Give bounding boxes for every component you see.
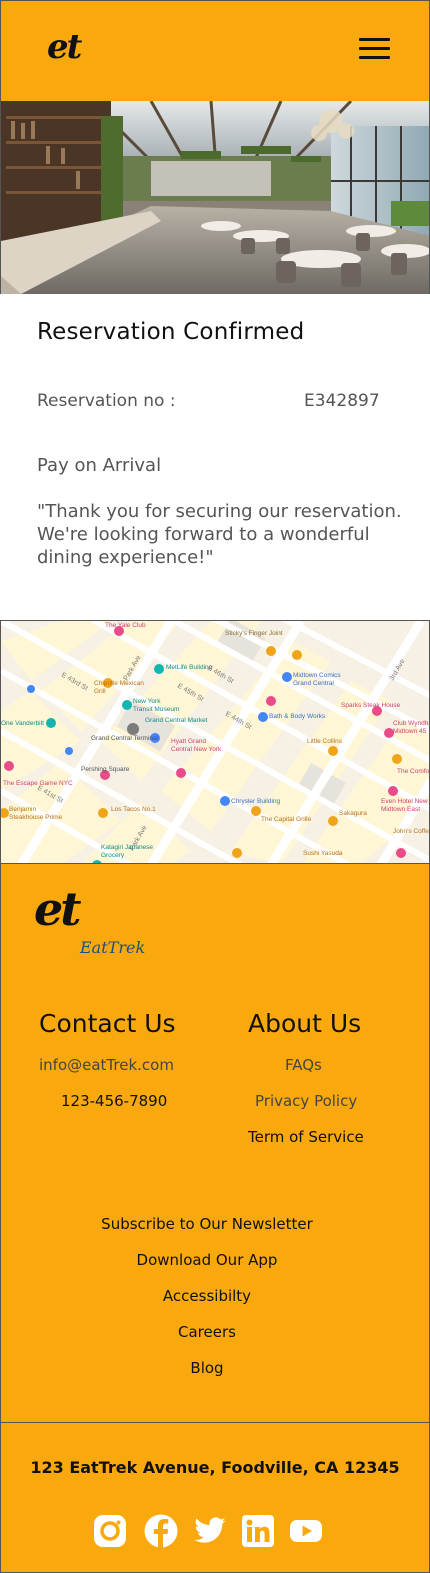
restaurant-hero-image (0, 101, 430, 294)
svg-text:Sparks Steak House: Sparks Steak House (341, 702, 401, 709)
svg-text:Little Collins: Little Collins (307, 738, 343, 745)
svg-text:One Vanderbilt: One Vanderbilt (1, 720, 44, 727)
about-us-heading: About Us (248, 1009, 362, 1038)
svg-text:The Comfort D: The Comfort D (397, 768, 430, 775)
svg-text:Sakagura: Sakagura (339, 810, 367, 817)
confirmation-title: Reservation Confirmed (37, 319, 305, 345)
svg-text:Benjamin: Benjamin (9, 806, 36, 813)
svg-text:Transit Museum: Transit Museum (133, 706, 179, 713)
svg-text:Pershing Square: Pershing Square (81, 766, 130, 773)
svg-text:Grand Central Market: Grand Central Market (145, 717, 208, 724)
thank-you-message: "Thank you for securing our reservation.… (37, 501, 402, 568)
header-logo[interactable]: et (47, 27, 82, 67)
svg-text:The Escape Game NYC: The Escape Game NYC (3, 780, 73, 787)
svg-text:Chipotle Mexican: Chipotle Mexican (94, 680, 144, 687)
top-header: et (0, 0, 430, 101)
contact-us-heading: Contact Us (39, 1009, 176, 1038)
svg-text:MetLife Building: MetLife Building (166, 664, 213, 671)
reservation-number-value: E342897 (304, 391, 380, 411)
svg-text:Midtown 45: Midtown 45 (393, 728, 427, 735)
svg-text:Los Tacos No.1: Los Tacos No.1 (111, 806, 156, 813)
svg-text:Club Wyndham: Club Wyndham (393, 720, 430, 727)
footer-bottom-bar: 123 EatTrek Avenue, Foodville, CA 12345 (0, 1422, 430, 1573)
svg-text:Steakhouse Prime: Steakhouse Prime (9, 814, 62, 821)
linkedin-icon[interactable] (241, 1514, 275, 1548)
svg-text:Hyatt Grand: Hyatt Grand (171, 738, 206, 745)
faqs-link[interactable]: FAQs (285, 1056, 322, 1074)
facebook-icon[interactable] (144, 1514, 178, 1548)
twitter-icon[interactable] (193, 1514, 227, 1548)
svg-text:Central New York: Central New York (171, 746, 222, 753)
svg-text:Chrysler Building: Chrysler Building (231, 798, 281, 805)
hamburger-menu-icon[interactable] (359, 38, 390, 60)
location-map[interactable]: E 43rd St E 41st St E 46th St E 45th St … (0, 620, 430, 864)
terms-of-service-link[interactable]: Term of Service (248, 1128, 364, 1146)
svg-text:Even Hotel New: Even Hotel New (381, 798, 428, 805)
svg-text:Bath & Body Works: Bath & Body Works (269, 713, 326, 720)
privacy-policy-link[interactable]: Privacy Policy (255, 1092, 357, 1110)
svg-text:The Capital Grille: The Capital Grille (261, 816, 312, 823)
svg-text:The Yale Club: The Yale Club (105, 622, 146, 629)
svg-text:New York: New York (133, 698, 161, 705)
instagram-icon[interactable] (93, 1514, 127, 1548)
reservation-number-label: Reservation no : (37, 391, 176, 411)
svg-text:Grill: Grill (94, 688, 106, 695)
accessibility-link[interactable]: Accessibilty (1, 1287, 413, 1305)
svg-text:Midtown Comics: Midtown Comics (293, 672, 341, 679)
svg-text:Grocery: Grocery (101, 852, 125, 859)
svg-text:Sushi Yasuda: Sushi Yasuda (303, 850, 343, 857)
contact-email-link[interactable]: info@eatTrek.com (39, 1056, 174, 1074)
footer-brand-name: EatTrek (80, 938, 146, 957)
contact-phone-link[interactable]: 123-456-7890 (61, 1092, 167, 1110)
newsletter-link[interactable]: Subscribe to Our Newsletter (1, 1215, 413, 1233)
svg-text:Grand Central: Grand Central (293, 680, 334, 687)
reservation-confirmation: Reservation Confirmed Reservation no : E… (0, 294, 430, 620)
svg-text:Katagiri Japanese: Katagiri Japanese (101, 844, 153, 851)
site-footer: et EatTrek Contact Us info@eatTrek.com 1… (0, 864, 430, 1422)
svg-text:Sticky's Finger Joint: Sticky's Finger Joint (225, 630, 283, 637)
payment-method: Pay on Arrival (37, 455, 162, 476)
svg-text:Midtown East: Midtown East (381, 806, 420, 813)
download-app-link[interactable]: Download Our App (1, 1251, 413, 1269)
footer-logo[interactable]: et (34, 886, 81, 932)
youtube-icon[interactable] (289, 1514, 323, 1548)
blog-link[interactable]: Blog (1, 1359, 413, 1377)
svg-text:John's Coffee: John's Coffee (393, 828, 430, 835)
careers-link[interactable]: Careers (1, 1323, 413, 1341)
svg-text:Grand Central Terminal: Grand Central Terminal (91, 735, 159, 742)
footer-address: 123 EatTrek Avenue, Foodville, CA 12345 (30, 1458, 400, 1477)
